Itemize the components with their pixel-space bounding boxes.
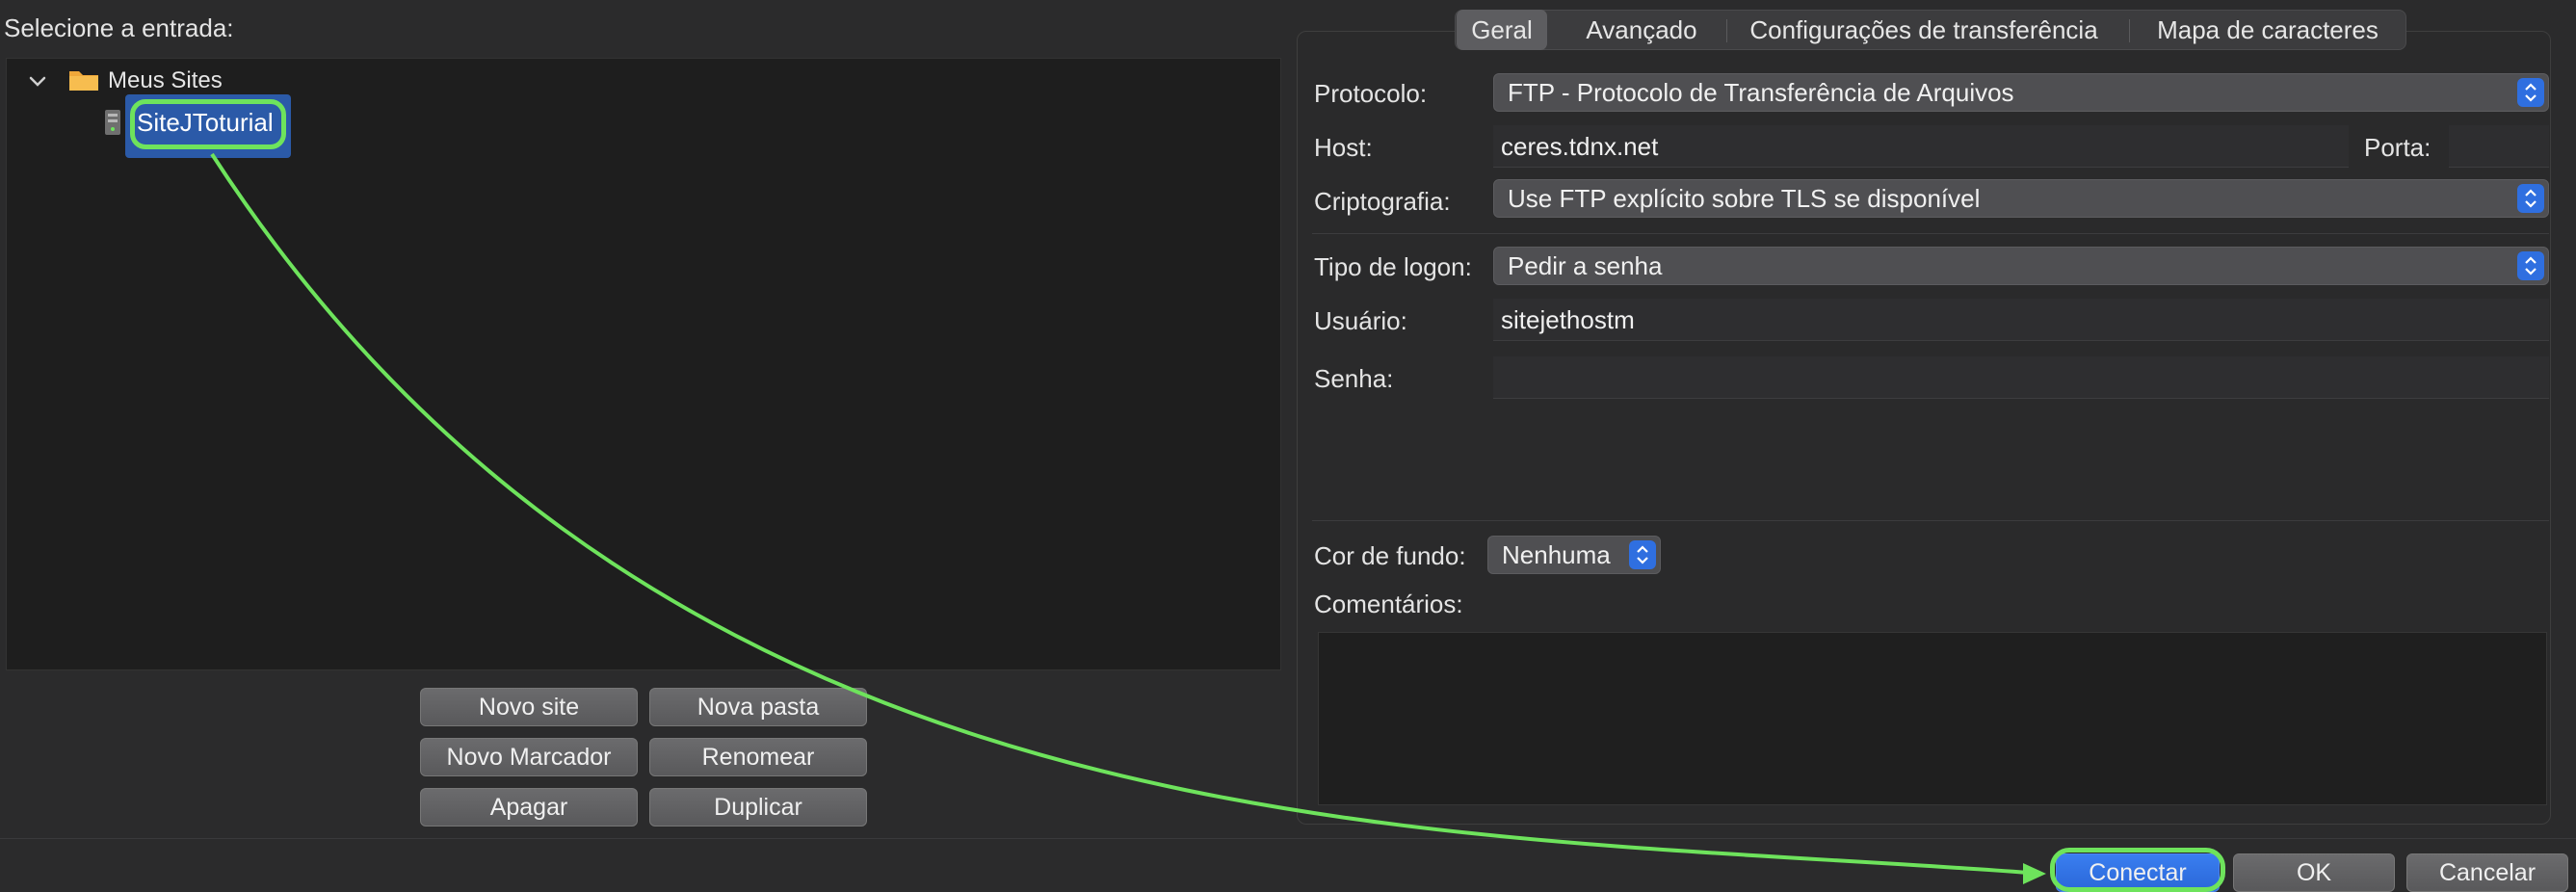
tree-root-label[interactable]: Meus Sites bbox=[108, 67, 223, 94]
host-field[interactable]: ceres.tdnx.net bbox=[1493, 125, 2349, 168]
logon-type-value: Pedir a senha bbox=[1508, 251, 1663, 280]
divider bbox=[1312, 233, 2549, 234]
encryption-label: Criptografia: bbox=[1314, 187, 1451, 216]
user-label: Usuário: bbox=[1314, 306, 1407, 335]
new-folder-button[interactable]: Nova pasta bbox=[649, 688, 867, 726]
select-stepper-icon bbox=[2517, 78, 2544, 107]
tab-charset[interactable]: Mapa de caracteres bbox=[2131, 10, 2405, 50]
tab-separator bbox=[1726, 19, 1727, 42]
new-bookmark-button[interactable]: Novo Marcador bbox=[420, 738, 638, 776]
footer-divider bbox=[0, 838, 2576, 839]
protocol-label: Protocolo: bbox=[1314, 79, 1428, 108]
server-icon bbox=[105, 110, 120, 135]
encryption-select[interactable]: Use FTP explícito sobre TLS se disponíve… bbox=[1493, 179, 2549, 218]
comments-textarea[interactable] bbox=[1318, 632, 2547, 805]
tree-item-site-label[interactable]: SiteJToturial bbox=[137, 108, 274, 138]
background-color-value: Nenhuma bbox=[1502, 540, 1611, 569]
user-field[interactable]: sitejethostm bbox=[1493, 299, 2549, 341]
rename-button[interactable]: Renomear bbox=[649, 738, 867, 776]
folder-icon bbox=[69, 71, 98, 91]
select-stepper-icon bbox=[1629, 540, 1656, 569]
logon-type-select[interactable]: Pedir a senha bbox=[1493, 247, 2549, 285]
chevron-down-icon[interactable] bbox=[23, 67, 52, 96]
select-stepper-icon bbox=[2517, 251, 2544, 280]
divider bbox=[1312, 520, 2549, 521]
password-label: Senha: bbox=[1314, 364, 1394, 393]
encryption-value: Use FTP explícito sobre TLS se disponíve… bbox=[1508, 184, 1981, 213]
logon-type-label: Tipo de logon: bbox=[1314, 252, 1472, 281]
new-site-button[interactable]: Novo site bbox=[420, 688, 638, 726]
background-color-select[interactable]: Nenhuma bbox=[1487, 536, 1661, 574]
background-color-label: Cor de fundo: bbox=[1314, 541, 1466, 570]
host-label: Host: bbox=[1314, 133, 1373, 162]
entry-heading: Selecione a entrada: bbox=[4, 13, 234, 42]
password-field[interactable] bbox=[1493, 356, 2549, 399]
tab-transfer-settings[interactable]: Configurações de transferência bbox=[1728, 10, 2119, 50]
tab-separator bbox=[2129, 19, 2130, 42]
annotation-highlight-connect bbox=[2050, 848, 2225, 892]
cancel-button[interactable]: Cancelar bbox=[2406, 853, 2568, 892]
comments-label: Comentários: bbox=[1314, 590, 1463, 618]
port-label: Porta: bbox=[2364, 133, 2431, 162]
select-stepper-icon bbox=[2517, 184, 2544, 213]
delete-button[interactable]: Apagar bbox=[420, 788, 638, 826]
protocol-value: FTP - Protocolo de Transferência de Arqu… bbox=[1508, 78, 2014, 107]
ok-button[interactable]: OK bbox=[2233, 853, 2395, 892]
port-field[interactable] bbox=[2449, 125, 2549, 168]
protocol-select[interactable]: FTP - Protocolo de Transferência de Arqu… bbox=[1493, 73, 2549, 112]
duplicate-button[interactable]: Duplicar bbox=[649, 788, 867, 826]
tab-general[interactable]: Geral bbox=[1457, 10, 1547, 50]
tab-advanced[interactable]: Avançado bbox=[1557, 10, 1726, 50]
